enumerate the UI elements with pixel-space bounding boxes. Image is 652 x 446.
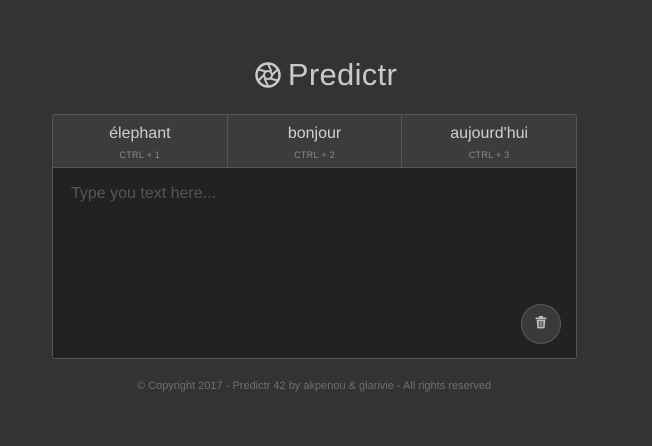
brand-header: Predictr xyxy=(0,55,652,95)
suggestion-3[interactable]: aujourd'hui CTRL + 3 xyxy=(402,115,576,167)
app-title: Predictr xyxy=(287,57,398,92)
aperture-icon xyxy=(255,62,281,88)
suggestion-bar: élephant CTRL + 1 bonjour CTRL + 2 aujou… xyxy=(53,115,576,168)
suggestion-2[interactable]: bonjour CTRL + 2 xyxy=(228,115,403,167)
suggestion-shortcut: CTRL + 1 xyxy=(119,149,161,160)
footer-copyright: © Copyright 2017 - Predictr 42 by akpeno… xyxy=(136,380,492,392)
prediction-card: élephant CTRL + 1 bonjour CTRL + 2 aujou… xyxy=(52,114,577,359)
suggestion-shortcut: CTRL + 2 xyxy=(294,149,335,160)
suggestion-word: bonjour xyxy=(287,124,342,142)
suggestion-word: élephant xyxy=(109,124,171,142)
trash-icon xyxy=(535,316,547,332)
page: Predictr élephant CTRL + 1 bonjour CTRL … xyxy=(0,0,652,446)
text-input[interactable] xyxy=(53,168,576,358)
suggestion-word: aujourd'hui xyxy=(450,124,529,142)
clear-text-button[interactable] xyxy=(521,304,561,344)
suggestion-shortcut: CTRL + 3 xyxy=(468,149,510,160)
suggestion-1[interactable]: élephant CTRL + 1 xyxy=(53,115,228,167)
